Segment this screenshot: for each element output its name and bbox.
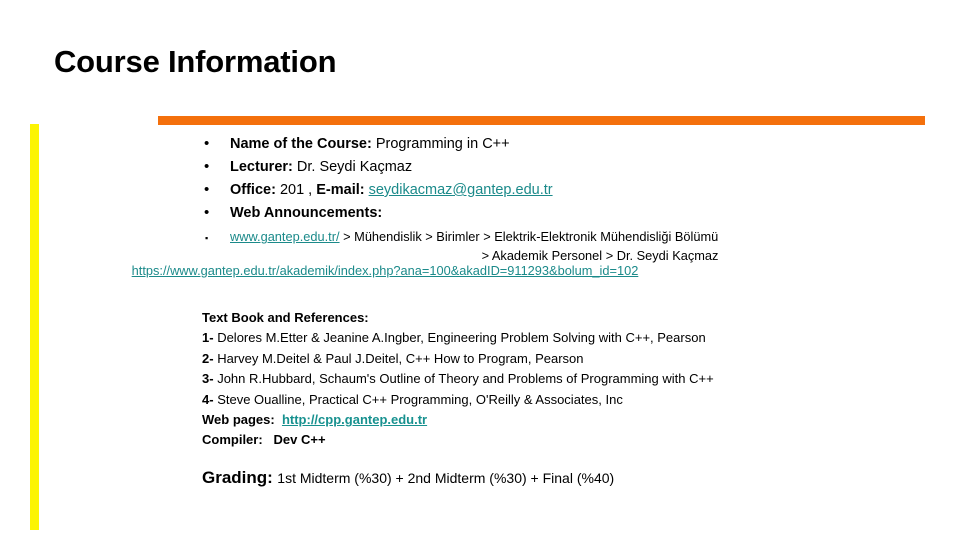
list-item: 1- Delores M.Etter & Jeanine A.Ingber, E… (202, 328, 902, 348)
slide-canvas: Course Information • Name of the Course:… (0, 0, 960, 540)
course-site-link[interactable]: http://cpp.gantep.edu.tr (282, 412, 427, 427)
textbook-references-block: Text Book and References: 1- Delores M.E… (202, 308, 902, 451)
compiler-value: Dev C++ (273, 432, 326, 448)
bullet-text: Office: 201 , E-mail: seydikacmaz@gantep… (230, 182, 553, 198)
list-item: 4- Steve Oualline, Practical C++ Program… (202, 390, 902, 410)
bullet-marker-icon: • (204, 204, 210, 221)
list-item: • Office: 201 , E-mail: seydikacmaz@gant… (200, 182, 900, 205)
bullet-marker-icon: • (204, 135, 210, 152)
lecturer-label: Lecturer: (230, 159, 293, 175)
course-name-value: Programming in C++ (375, 136, 510, 152)
reference-text: Harvey M.Deitel & Paul J.Deitel, C++ How… (217, 350, 584, 366)
compiler-label: Compiler: (202, 432, 263, 448)
path-line-1-rest: > Mühendislik > Birimler > Elektrik-Elek… (343, 229, 719, 244)
grading-row: Grading: 1st Midterm (%30) + 2nd Midterm… (202, 468, 614, 488)
department-path-block: ▪ www.gantep.edu.tr/ > Mühendislik > Bir… (200, 229, 900, 263)
office-value: 201 , (279, 182, 313, 198)
web-pages-row: Web pages: http://cpp.gantep.edu.tr (202, 410, 902, 430)
grading-label: Grading: (202, 468, 273, 487)
web-pages-label: Web pages: (202, 412, 275, 428)
list-item: • Lecturer: Dr. Seydi Kaçmaz (200, 159, 900, 182)
academic-profile-link[interactable]: https://www.gantep.edu.tr/akademik/index… (132, 263, 639, 278)
compiler-row: Compiler: Dev C++ (202, 430, 902, 450)
bullet-text: Name of the Course: Programming in C++ (230, 136, 510, 152)
email-link[interactable]: seydikacmaz@gantep.edu.tr (369, 182, 553, 198)
office-label: Office: (230, 182, 276, 198)
orange-accent-bar (158, 116, 925, 125)
list-item: • Web Announcements: (200, 205, 900, 228)
path-line-2: > Akademik Personel > Dr. Seydi Kaçmaz (481, 248, 719, 264)
lecturer-value: Dr. Seydi Kaçmaz (296, 159, 413, 175)
bullet-square-marker-icon: ▪ (205, 233, 209, 243)
reference-number: 1- (202, 330, 214, 346)
yellow-accent-bar (30, 124, 39, 530)
bullet-text: Lecturer: Dr. Seydi Kaçmaz (230, 159, 412, 175)
full-url-line: https://www.gantep.edu.tr/akademik/index… (5, 263, 765, 278)
bullet-text: Web Announcements: (230, 205, 382, 221)
email-label: E-mail: (316, 182, 365, 198)
web-announcements-label: Web Announcements: (230, 205, 383, 221)
reference-number: 4- (202, 391, 214, 407)
course-name-label: Name of the Course: (230, 136, 372, 152)
list-item: 2- Harvey M.Deitel & Paul J.Deitel, C++ … (202, 349, 902, 369)
list-item: 3- John R.Hubbard, Schaum's Outline of T… (202, 369, 902, 389)
list-item: • Name of the Course: Programming in C++ (200, 136, 900, 159)
reference-text: Delores M.Etter & Jeanine A.Ingber, Engi… (217, 330, 706, 346)
gantep-site-link[interactable]: www.gantep.edu.tr/ (230, 229, 340, 244)
reference-number: 2- (202, 350, 214, 366)
list-item: ▪ www.gantep.edu.tr/ > Mühendislik > Bir… (200, 229, 900, 245)
bullet-marker-icon: • (204, 181, 210, 198)
page-title: Course Information (54, 44, 337, 79)
textbook-heading: Text Book and References: (202, 310, 369, 325)
course-info-bullet-list: • Name of the Course: Programming in C++… (200, 136, 900, 228)
reference-number: 3- (202, 371, 214, 387)
reference-text: John R.Hubbard, Schaum's Outline of Theo… (217, 371, 714, 387)
reference-text: Steve Oualline, Practical C++ Programmin… (217, 391, 623, 407)
grading-value: 1st Midterm (%30) + 2nd Midterm (%30) + … (277, 470, 615, 486)
path-line-1: www.gantep.edu.tr/ > Mühendislik > Birim… (230, 229, 718, 244)
bullet-marker-icon: • (204, 158, 210, 175)
